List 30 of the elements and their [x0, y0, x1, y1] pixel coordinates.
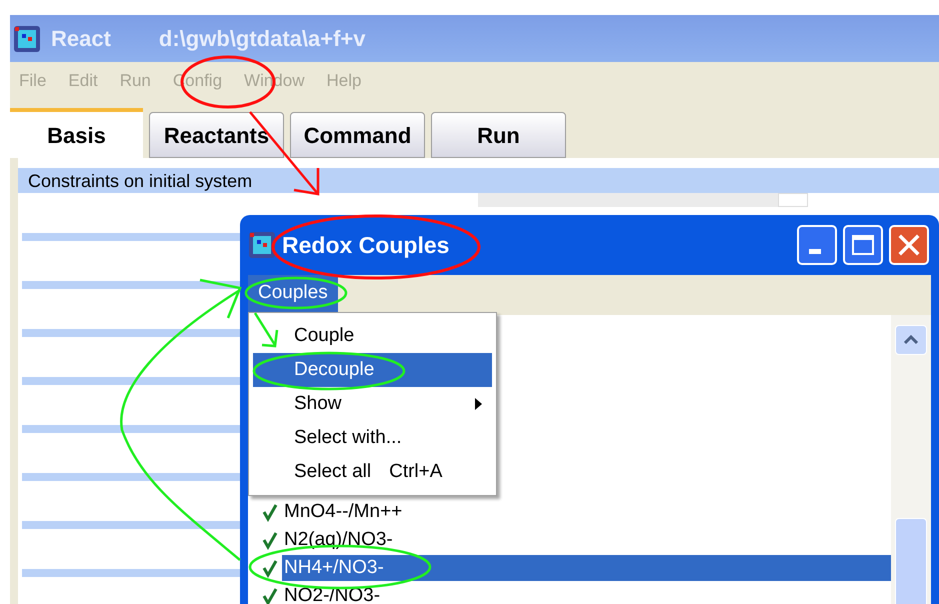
- menu-item[interactable]: Couple: [253, 319, 492, 353]
- menu-item[interactable]: Select with...: [253, 421, 492, 455]
- scroll-up-button[interactable]: [895, 325, 927, 355]
- list-item[interactable]: NH4+/NO3-: [282, 555, 891, 581]
- maximize-button[interactable]: [843, 225, 883, 265]
- tab[interactable]: Reactants: [149, 112, 284, 158]
- header-cell: [778, 193, 808, 207]
- close-icon: [898, 234, 920, 256]
- annotation-arrow: [254, 312, 278, 348]
- window-path: d:\gwb\gtdata\a+f+v: [158, 25, 366, 53]
- minimize-icon: [809, 249, 821, 254]
- scroll-up-icon: [904, 335, 918, 345]
- menu-item[interactable]: Decouple: [253, 353, 492, 387]
- menu-item[interactable]: Show: [253, 387, 492, 421]
- list-item[interactable]: MnO4--/Mn++: [282, 499, 891, 525]
- tab[interactable]: Command: [290, 112, 425, 158]
- close-button[interactable]: [889, 225, 929, 265]
- window-title: React: [51, 25, 111, 53]
- scrollbar-thumb[interactable]: [895, 518, 927, 604]
- maximize-icon: [852, 235, 874, 255]
- list-item[interactable]: NO2-/NO3-: [282, 583, 891, 604]
- app-icon: [248, 231, 276, 259]
- group-box-title: Constraints on initial system: [28, 172, 252, 190]
- dialog-title: Redox Couples: [282, 230, 450, 260]
- menu-item[interactable]: Select all Ctrl+A: [253, 455, 492, 489]
- list-item[interactable]: N2(aq)/NO3-: [282, 527, 891, 553]
- tab[interactable]: Basis: [10, 108, 143, 158]
- app-icon: [13, 24, 41, 52]
- minimize-button[interactable]: [797, 225, 837, 265]
- tab[interactable]: Run: [431, 112, 566, 158]
